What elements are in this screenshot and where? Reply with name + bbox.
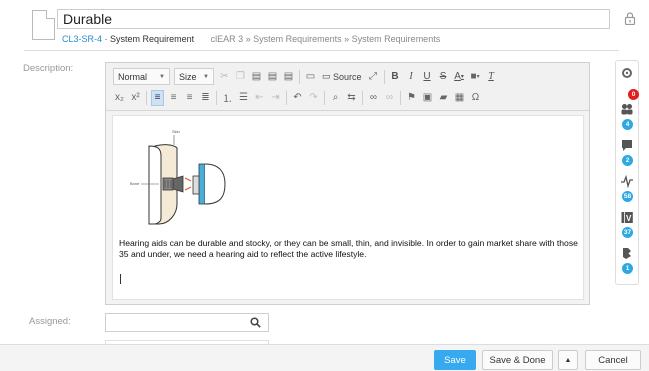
background-color-button[interactable]: ■ ▾	[469, 69, 482, 85]
description-label: Description:	[23, 63, 74, 74]
document-icon	[32, 10, 55, 40]
indent-icon[interactable]: ⇥	[269, 90, 282, 106]
italic-button[interactable]: I	[405, 69, 418, 85]
folder-icon[interactable]: ▰	[437, 90, 450, 106]
templates-icon[interactable]: ▭	[304, 69, 317, 85]
cut-icon[interactable]: ✂	[218, 69, 231, 85]
rail-item-versions[interactable]: V 37	[616, 209, 638, 241]
align-right-icon[interactable]: ≡	[183, 90, 196, 106]
image-icon[interactable]: ▣	[421, 90, 434, 106]
toolbar-separator	[146, 90, 147, 105]
size-combo-label: Size	[179, 71, 197, 82]
bold-button[interactable]: B	[389, 69, 402, 85]
special-char-button[interactable]: Ω	[469, 90, 482, 106]
item-type: System Requirement	[110, 34, 195, 44]
redo-icon[interactable]: ↷	[307, 90, 320, 106]
header-divider	[24, 50, 619, 51]
activity-count-badge: 58	[622, 191, 633, 202]
strikethrough-button[interactable]: S	[437, 69, 450, 85]
id-separator: ·	[104, 34, 108, 44]
description-text: Hearing aids can be durable and stocky, …	[119, 238, 578, 259]
rail-item-links[interactable]: 0	[616, 65, 639, 100]
users-count-badge: 4	[622, 119, 633, 130]
rail-item-activity[interactable]: 58	[616, 173, 638, 205]
illus-label-top: Skin	[172, 129, 180, 134]
text-caret	[120, 274, 121, 284]
maximize-icon[interactable]: ⤢	[367, 69, 380, 85]
link-icon	[622, 68, 632, 78]
save-options-dropdown[interactable]: ▲	[558, 350, 578, 370]
remove-format-button[interactable]: T	[485, 69, 498, 85]
rail-item-comments[interactable]: 2	[616, 137, 638, 169]
table-icon[interactable]: ▦	[453, 90, 466, 106]
align-center-icon[interactable]: ≡	[167, 90, 180, 106]
find-icon[interactable]: ⌕	[329, 90, 342, 106]
size-combo[interactable]: Size ▼	[174, 68, 214, 85]
assigned-label: Assigned:	[29, 316, 71, 327]
tags-count-badge: 1	[622, 263, 633, 274]
copy-icon[interactable]: ❐	[234, 69, 247, 85]
replace-icon[interactable]: ⇆	[345, 90, 358, 106]
format-combo[interactable]: Normal ▼	[113, 68, 170, 85]
activity-icon	[621, 175, 633, 188]
source-button[interactable]: ▭ Source	[320, 69, 364, 85]
versions-count-badge: 37	[622, 227, 633, 238]
search-icon[interactable]	[250, 317, 261, 328]
toolbar-separator	[216, 90, 217, 105]
item-subline: CL3-SR-4 · System Requirement clEAR 3 » …	[62, 33, 440, 45]
chevron-down-icon: ▼	[203, 73, 209, 80]
toolbar-separator	[299, 69, 300, 84]
hearing-aid-illustration: Skin Bone	[130, 129, 226, 225]
links-count-badge: 0	[628, 89, 639, 100]
save-button[interactable]: Save	[434, 350, 476, 370]
anchor-icon[interactable]: ⚑	[405, 90, 418, 106]
version-icon: V	[621, 212, 633, 223]
users-icon	[621, 104, 633, 115]
undo-icon[interactable]: ↶	[291, 90, 304, 106]
unlink-icon[interactable]: ∞	[383, 90, 396, 106]
chevron-down-icon: ▼	[159, 73, 165, 80]
rail-item-users[interactable]: 4	[616, 101, 638, 133]
lock-icon[interactable]	[624, 12, 636, 25]
cancel-button[interactable]: Cancel	[585, 350, 641, 370]
rail-item-tags[interactable]: 1	[616, 245, 638, 277]
tags-icon	[623, 248, 631, 259]
superscript-button[interactable]: x²	[129, 90, 142, 106]
toolbar-separator	[362, 90, 363, 105]
numbered-list-icon[interactable]: ⒈	[221, 90, 234, 106]
footer-bar: Save Save & Done ▲ Cancel	[0, 344, 649, 371]
paste-word-icon[interactable]: ▤	[282, 69, 295, 85]
paste-icon[interactable]: ▤	[250, 69, 263, 85]
align-justify-icon[interactable]: ≣	[199, 90, 212, 106]
bulleted-list-icon[interactable]: ☰	[237, 90, 250, 106]
outdent-icon[interactable]: ⇤	[253, 90, 266, 106]
editor-toolbar: Normal ▼ Size ▼ ✂ ❐ ▤ ▤ ▤ ▭ ▭ Source ⤢ B I…	[106, 63, 589, 111]
paste-text-icon[interactable]: ▤	[266, 69, 279, 85]
format-combo-label: Normal	[118, 71, 148, 82]
rich-text-editor[interactable]: Normal ▼ Size ▼ ✂ ❐ ▤ ▤ ▤ ▭ ▭ Source ⤢ B I…	[105, 62, 590, 305]
font-color-label: A	[454, 71, 461, 82]
title-input[interactable]: Durable	[57, 9, 610, 29]
save-and-done-button[interactable]: Save & Done	[482, 350, 553, 370]
item-id-link[interactable]: CL3-SR-4	[62, 34, 102, 44]
subscript-button[interactable]: x₂	[113, 90, 126, 106]
toolbar-separator	[383, 69, 385, 84]
link-icon[interactable]: ∞	[367, 90, 380, 106]
breadcrumb[interactable]: clEAR 3 » System Requirements » System R…	[211, 34, 441, 44]
toolbar-separator	[324, 90, 325, 105]
editor-content[interactable]: Skin Bone Hearing aids can be durable an…	[112, 115, 584, 300]
illus-label-left: Bone	[130, 181, 140, 186]
item-header: Durable CL3-SR-4 · System Requirement cl…	[0, 0, 649, 52]
font-color-button[interactable]: A ▾	[453, 69, 466, 85]
assigned-input[interactable]	[105, 313, 269, 332]
toolbar-separator	[286, 90, 287, 105]
underline-button[interactable]: U	[421, 69, 434, 85]
comments-count-badge: 2	[622, 155, 633, 166]
svg-text:V: V	[626, 214, 632, 223]
comment-icon	[622, 140, 632, 151]
side-panel-rail: 0 4 2 58 V 37 1	[615, 60, 639, 285]
toolbar-separator	[400, 90, 401, 105]
source-label: Source	[333, 71, 362, 82]
align-left-icon[interactable]: ≡	[151, 89, 164, 106]
